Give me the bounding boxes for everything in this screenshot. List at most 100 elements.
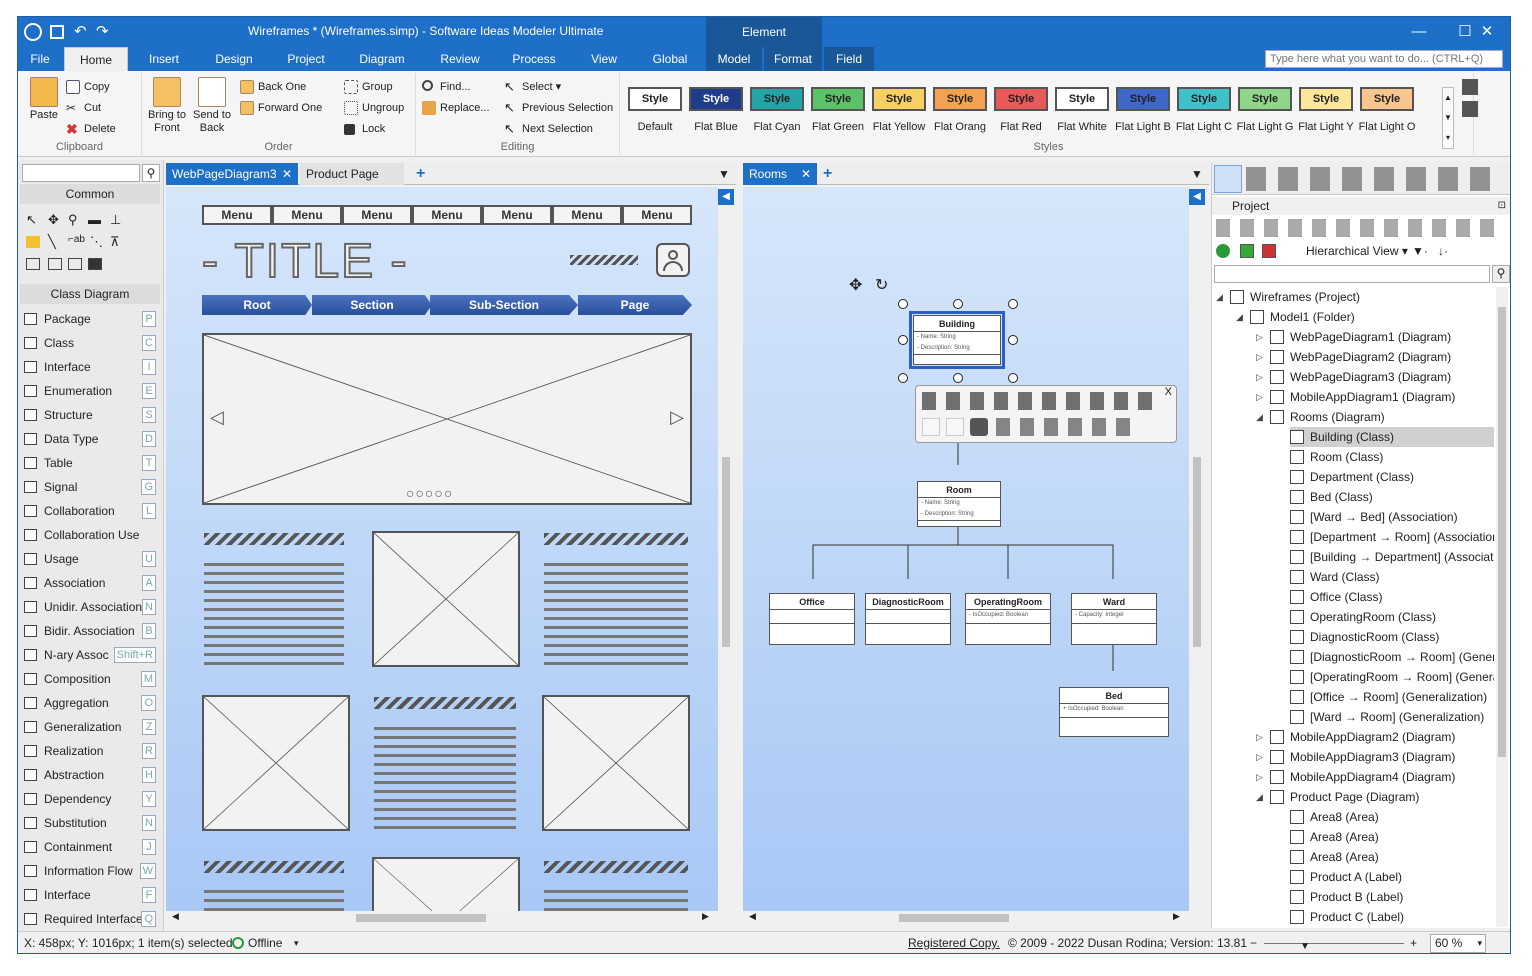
tree-expander-icon[interactable]: ◢	[1216, 287, 1223, 307]
find-button[interactable]: Find...	[422, 79, 471, 95]
zoom-slider-thumb[interactable]: ▼	[1300, 936, 1310, 953]
format-painter-icon[interactable]: ▬	[88, 212, 101, 227]
panel-tool-icons[interactable]	[1246, 167, 1502, 191]
resize-handle[interactable]	[1008, 299, 1018, 309]
move-handle-icon[interactable]: ✥	[849, 275, 862, 295]
style-swatch-button[interactable]: Style	[1055, 87, 1109, 111]
wireframe-title[interactable]: - TITLE -	[201, 233, 408, 291]
project-vscroll[interactable]	[1496, 287, 1508, 927]
right-canvas-vscroll[interactable]: ◀	[1189, 187, 1207, 911]
connector-tool-icon[interactable]: ⋱	[90, 234, 103, 250]
frame-tool-icon[interactable]	[88, 258, 102, 270]
zoom-level-select[interactable]: 60 % ▾	[1430, 934, 1486, 953]
tool-item[interactable]: Abstraction H	[22, 764, 158, 786]
class-diagram-section-header[interactable]: Class Diagram	[20, 284, 160, 304]
tab-process[interactable]: Process	[502, 47, 566, 71]
uml-class-room[interactable]: Room - Name: String - Description: String	[917, 481, 1001, 527]
tree-node[interactable]: Product C (Label)	[1290, 907, 1494, 927]
tree-node[interactable]: Product Page (Diagram)	[1270, 787, 1494, 807]
forward-one-button[interactable]: Forward One	[240, 100, 322, 116]
move-tool-icon[interactable]: ✥	[48, 212, 59, 228]
tool-item[interactable]: N-ary Assoc Shift+R	[22, 644, 158, 666]
uml-class-building[interactable]: Building - Name: String - Description: Str…	[909, 311, 1005, 369]
tab-menu-icon[interactable]: ▼	[1191, 163, 1203, 185]
styles-scroll[interactable]: ▲ ▼ ▾	[1442, 87, 1454, 149]
tab-model[interactable]: Model	[706, 47, 762, 71]
tool-item[interactable]: Generalization Z	[22, 716, 158, 738]
scroll-right-icon[interactable]: ▶	[702, 911, 709, 922]
back-one-button[interactable]: Back One	[240, 79, 306, 95]
add-tab-icon[interactable]: +	[416, 163, 425, 185]
tab-webpagediagram3[interactable]: WebPageDiagram3 ✕	[166, 163, 298, 185]
tab-home[interactable]: Home	[64, 47, 128, 71]
style-swatch-button[interactable]: Style	[1177, 87, 1231, 111]
user-avatar-icon[interactable]	[656, 243, 690, 277]
tree-node[interactable]: Bed (Class)	[1290, 487, 1494, 507]
tree-expander-icon[interactable]: ▷	[1256, 727, 1263, 747]
tab-file[interactable]: File	[18, 47, 62, 71]
quick-toolbar-icons-row1[interactable]	[922, 392, 1152, 410]
tree-node[interactable]: MobileAppDiagram2 (Diagram)	[1270, 727, 1494, 747]
resize-handle[interactable]	[953, 299, 963, 309]
scroll-left-icon[interactable]: ◀	[172, 911, 179, 922]
resize-handle[interactable]	[1008, 373, 1018, 383]
tab-rooms[interactable]: Rooms ✕	[743, 163, 817, 185]
quick-toolbar-close-icon[interactable]: X	[1165, 386, 1172, 398]
uml-class-operatingroom[interactable]: OperatingRoom - IsOccupied: Boolean	[965, 593, 1051, 645]
project-tool-icons[interactable]	[1216, 219, 1496, 237]
style-swatch-button[interactable]: Style	[1116, 87, 1170, 111]
close-tab-icon[interactable]: ✕	[282, 163, 292, 185]
tool-item[interactable]: Data Type D	[22, 428, 158, 450]
image-tool-icon[interactable]	[68, 258, 82, 270]
uml-canvas[interactable]: ✥ ↻ Building - Name: String - Description:…	[743, 187, 1189, 911]
group-button[interactable]: Group	[344, 79, 393, 95]
tree-expander-icon[interactable]: ◢	[1256, 787, 1263, 807]
tool-item[interactable]: Aggregation O	[22, 692, 158, 714]
tree-node[interactable]: WebPageDiagram2 (Diagram)	[1270, 347, 1494, 367]
left-canvas-vscroll[interactable]: ◀	[718, 187, 736, 911]
style-swatch-button[interactable]: Style	[872, 87, 926, 111]
zoom-tool-icon[interactable]: ⚲	[68, 212, 78, 228]
tool-item[interactable]: Class C	[22, 332, 158, 354]
breadcrumb-item[interactable]: Root	[202, 295, 312, 315]
tool-item[interactable]: Substitution N	[22, 812, 158, 834]
ungroup-button[interactable]: Ungroup	[344, 100, 404, 116]
add-icon[interactable]	[1240, 244, 1254, 258]
tool-item[interactable]: Composition M	[22, 668, 158, 690]
tool-item[interactable]: Package P	[22, 308, 158, 330]
uml-class-diagnosticroom[interactable]: DiagnosticRoom	[865, 593, 951, 645]
hierarchical-view-dropdown[interactable]: Hierarchical View ▾	[1306, 241, 1408, 261]
tree-expander-icon[interactable]: ◢	[1236, 307, 1243, 327]
command-search-input[interactable]	[1265, 50, 1503, 68]
wireframe-menu-item[interactable]: Menu	[482, 205, 552, 225]
rotate-handle-icon[interactable]: ↻	[875, 275, 888, 295]
project-search-icon[interactable]: ⚲	[1492, 265, 1510, 283]
style-swatch-button[interactable]: Style	[1360, 87, 1414, 111]
tab-design[interactable]: Design	[202, 47, 266, 71]
cut-button[interactable]: ✂ Cut	[66, 100, 101, 116]
tree-node[interactable]: Ward (Class)	[1290, 567, 1494, 587]
previous-selection-button[interactable]: ↖ Previous Selection	[504, 100, 613, 116]
tree-node[interactable]: MobileAppDiagram1 (Diagram)	[1270, 387, 1494, 407]
ribbon-extra-icon-1[interactable]	[1462, 79, 1478, 95]
right-canvas-hscroll[interactable]: ◀ ▶	[743, 911, 1209, 925]
tab-review[interactable]: Review	[428, 47, 492, 71]
label-tool-icon[interactable]: ⌐ab	[68, 234, 85, 245]
sort-icon[interactable]: ↓·	[1438, 241, 1448, 261]
tab-product-page[interactable]: Product Page	[300, 163, 404, 185]
style-swatch-button[interactable]: Style	[750, 87, 804, 111]
tree-expander-icon[interactable]: ◢	[1256, 407, 1263, 427]
tree-node[interactable]: [Ward → Room] (Generalization)	[1290, 707, 1494, 727]
tool-item[interactable]: Unidir. Association N	[22, 596, 158, 618]
carousel-next-icon[interactable]: ▷	[670, 407, 684, 428]
collapse-icon[interactable]: ◀	[718, 189, 734, 205]
tree-node[interactable]: OperatingRoom (Class)	[1290, 607, 1494, 627]
tree-node[interactable]: Wireframes (Project)	[1230, 287, 1494, 307]
resize-handle[interactable]	[898, 335, 908, 345]
breadcrumb-item[interactable]: Page	[578, 295, 692, 315]
close-button[interactable]: ✕	[1464, 17, 1510, 47]
style-swatch-button[interactable]: Style	[1299, 87, 1353, 111]
align-tool-icon[interactable]: ⊥	[110, 212, 121, 228]
wireframe-menu-item[interactable]: Menu	[552, 205, 622, 225]
tree-node[interactable]: Rooms (Diagram)	[1270, 407, 1494, 427]
